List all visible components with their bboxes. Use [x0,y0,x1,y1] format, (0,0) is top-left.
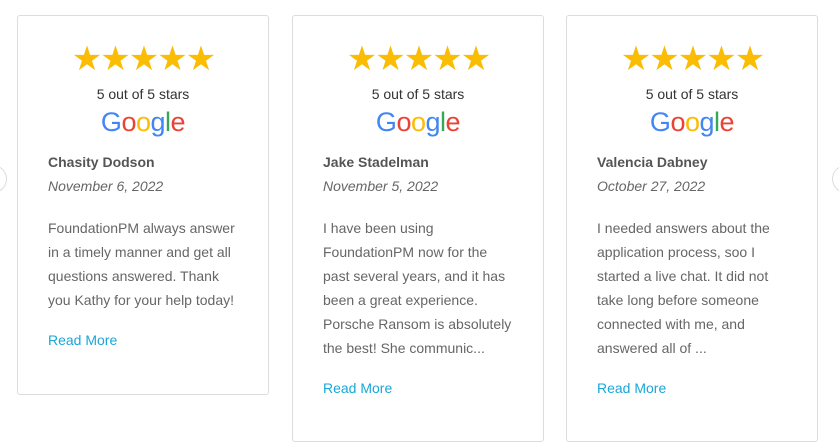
read-more-link[interactable]: Read More [48,330,117,350]
star-icon: ★ [375,40,406,78]
review-card: ★★★★★ 5 out of 5 stars Google Jake Stade… [292,15,544,442]
star-icon: ★ [460,40,492,78]
review-author: Valencia Dabney [597,154,708,170]
read-more-link[interactable]: Read More [597,378,666,398]
review-author: Chasity Dodson [48,154,155,170]
review-date: November 6, 2022 [48,178,164,194]
rating-text: 5 out of 5 stars [645,86,739,102]
reviews-carousel: ★★★★★ 5 out of 5 stars Google Chasity Do… [0,0,839,448]
star-icon: ★ [403,40,435,78]
review-card: ★★★★★ 5 out of 5 stars Google Chasity Do… [17,15,269,395]
star-icon: ★ [432,40,463,78]
star-icon: ★ [346,40,378,78]
carousel-prev-button[interactable] [0,165,7,193]
review-text: I have been using FoundationPM now for t… [323,220,512,356]
review-date: October 27, 2022 [597,178,706,194]
google-logo: Google [100,107,186,137]
star-icon: ★ [649,40,680,78]
review-text: I needed answers about the application p… [597,220,770,356]
star-icon: ★ [734,40,766,78]
star-rating: ★★★★★ [323,42,513,76]
star-icon: ★ [100,40,131,78]
star-icon: ★ [157,40,188,78]
star-rating: ★★★★★ [48,42,238,76]
rating-text: 5 out of 5 stars [371,86,465,102]
star-icon: ★ [71,40,103,78]
star-icon: ★ [185,40,217,78]
carousel-next-button[interactable] [832,165,839,193]
google-logo: Google [375,107,461,137]
review-date: November 5, 2022 [323,178,439,194]
star-icon: ★ [706,40,737,78]
google-logo: Google [649,107,735,137]
star-icon: ★ [128,40,160,78]
rating-text: 5 out of 5 stars [96,86,190,102]
read-more-link[interactable]: Read More [323,378,392,398]
review-author: Jake Stadelman [323,154,429,170]
star-rating: ★★★★★ [597,42,787,76]
review-text: FoundationPM always answer in a timely m… [48,220,235,308]
review-card: ★★★★★ 5 out of 5 stars Google Valencia D… [566,15,818,442]
star-icon: ★ [620,40,652,78]
star-icon: ★ [677,40,709,78]
